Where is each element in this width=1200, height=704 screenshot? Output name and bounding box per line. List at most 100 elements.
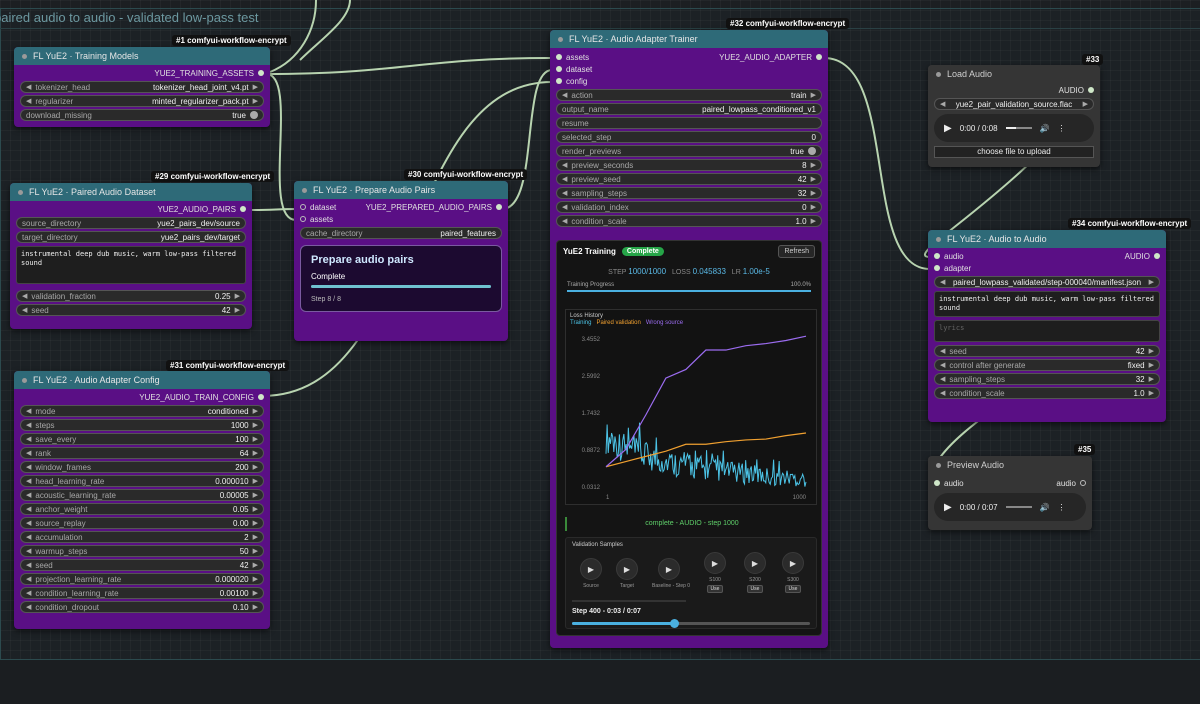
- arrow-right-icon[interactable]: ▶: [253, 435, 258, 443]
- arrow-left-icon[interactable]: ◀: [22, 306, 27, 314]
- input-socket[interactable]: [556, 54, 562, 60]
- arrow-right-icon[interactable]: ▶: [253, 603, 258, 611]
- arrow-right-icon[interactable]: ▶: [253, 477, 258, 485]
- widget-tokenizer-head[interactable]: ◀ tokenizer_head tokenizer_head_joint_v4.p…: [20, 81, 264, 93]
- widget-steps[interactable]: ◀ steps 1000 ▶: [20, 419, 264, 431]
- arrow-right-icon[interactable]: ▶: [253, 491, 258, 499]
- node-header[interactable]: FL YuE2 · Audio Adapter Trainer: [550, 30, 828, 48]
- widget-warmup-steps[interactable]: ◀ warmup_steps 50 ▶: [20, 545, 264, 557]
- arrow-left-icon[interactable]: ◀: [26, 505, 31, 513]
- arrow-left-icon[interactable]: ◀: [940, 389, 945, 397]
- widget-target-directory[interactable]: target_directory yue2_pairs_dev/target: [16, 231, 246, 243]
- arrow-right-icon[interactable]: ▶: [1083, 100, 1088, 108]
- lyrics-textarea[interactable]: lyrics: [934, 320, 1160, 342]
- node-preview-audio[interactable]: Preview Audio audio audio ▶ 0:00 / 0:07 🔊 ⋮: [928, 456, 1092, 530]
- arrow-right-icon[interactable]: ▶: [253, 97, 258, 105]
- widget-audio-file[interactable]: ◀ yue2_pair_validation_source.flac ▶: [934, 98, 1094, 110]
- widget-condition-dropout[interactable]: ◀ condition_dropout 0.10 ▶: [20, 601, 264, 613]
- node-audio-adapter-config[interactable]: FL YuE2 · Audio Adapter Config YUE2_AUDI…: [14, 371, 270, 629]
- play-icon[interactable]: ▶: [580, 558, 602, 580]
- widget-projection-learning-rate[interactable]: ◀ projection_learning_rate 0.000020 ▶: [20, 573, 264, 585]
- play-icon[interactable]: ▶: [704, 552, 726, 574]
- widget-control-after-generate[interactable]: ◀ control after generate fixed ▶: [934, 359, 1160, 371]
- arrow-left-icon[interactable]: ◀: [26, 449, 31, 457]
- input-socket[interactable]: [934, 253, 940, 259]
- play-icon[interactable]: ▶: [744, 552, 766, 574]
- arrow-right-icon[interactable]: ▶: [1149, 347, 1154, 355]
- widget-condition-scale[interactable]: ◀ condition_scale 1.0 ▶: [934, 387, 1160, 399]
- use-sample-button[interactable]: Use: [706, 585, 724, 593]
- collapse-dot-icon[interactable]: [302, 187, 307, 193]
- input-socket[interactable]: [934, 265, 940, 271]
- node-load-audio[interactable]: Load Audio AUDIO ◀ yue2_pair_validation_s…: [928, 65, 1100, 167]
- node-header[interactable]: FL YuE2 · Training Models: [14, 47, 270, 65]
- arrow-left-icon[interactable]: ◀: [26, 97, 31, 105]
- widget-selected-step[interactable]: selected_step 0: [556, 131, 822, 143]
- output-socket[interactable]: [496, 204, 502, 210]
- node-audio-to-audio[interactable]: FL YuE2 · Audio to Audio audio AUDIO adap…: [928, 230, 1166, 422]
- arrow-right-icon[interactable]: ▶: [1149, 361, 1154, 369]
- widget-condition-scale[interactable]: ◀ condition_scale 1.0 ▶: [556, 215, 822, 227]
- arrow-right-icon[interactable]: ▶: [253, 547, 258, 555]
- arrow-left-icon[interactable]: ◀: [26, 421, 31, 429]
- playback-slider[interactable]: [572, 619, 810, 628]
- widget-action[interactable]: ◀ action train ▶: [556, 89, 822, 101]
- play-icon[interactable]: ▶: [944, 123, 952, 134]
- widget-preview-seed[interactable]: ◀ preview_seed 42 ▶: [556, 173, 822, 185]
- widget-validation-fraction[interactable]: ◀ validation_fraction 0.25 ▶: [16, 290, 246, 302]
- input-socket[interactable]: [934, 480, 940, 486]
- toggle-download-missing[interactable]: download_missing true: [20, 109, 264, 121]
- widget-preview-seconds[interactable]: ◀ preview_seconds 8 ▶: [556, 159, 822, 171]
- node-training-models[interactable]: FL YuE2 · Training Models YUE2_TRAINING_…: [14, 47, 270, 127]
- arrow-right-icon[interactable]: ▶: [253, 519, 258, 527]
- widget-resume[interactable]: resume: [556, 117, 822, 129]
- collapse-dot-icon[interactable]: [936, 236, 941, 242]
- arrow-right-icon[interactable]: ▶: [811, 161, 816, 169]
- output-socket[interactable]: [1080, 480, 1086, 486]
- node-prepare-audio-pairs[interactable]: FL YuE2 · Prepare Audio Pairs dataset YUE…: [294, 181, 508, 341]
- widget-condition-learning-rate[interactable]: ◀ condition_learning_rate 0.00100 ▶: [20, 587, 264, 599]
- volume-icon[interactable]: 🔊: [1040, 124, 1050, 133]
- arrow-left-icon[interactable]: ◀: [562, 189, 567, 197]
- arrow-right-icon[interactable]: ▶: [253, 505, 258, 513]
- slider-knob[interactable]: [670, 619, 680, 628]
- arrow-left-icon[interactable]: ◀: [940, 347, 945, 355]
- arrow-right-icon[interactable]: ▶: [811, 189, 816, 197]
- play-icon[interactable]: ▶: [944, 502, 952, 513]
- node-header[interactable]: FL YuE2 · Prepare Audio Pairs: [294, 181, 508, 199]
- widget-render-previews[interactable]: render_previews true: [556, 145, 822, 157]
- arrow-right-icon[interactable]: ▶: [253, 83, 258, 91]
- widget-window-frames[interactable]: ◀ window_frames 200 ▶: [20, 461, 264, 473]
- arrow-left-icon[interactable]: ◀: [26, 533, 31, 541]
- node-header[interactable]: FL YuE2 · Audio Adapter Config: [14, 371, 270, 389]
- widget-source-replay[interactable]: ◀ source_replay 0.00 ▶: [20, 517, 264, 529]
- arrow-left-icon[interactable]: ◀: [22, 292, 27, 300]
- input-socket[interactable]: [556, 66, 562, 72]
- play-icon[interactable]: ▶: [782, 552, 804, 574]
- input-socket[interactable]: [556, 78, 562, 84]
- arrow-right-icon[interactable]: ▶: [253, 407, 258, 415]
- widget-mode[interactable]: ◀ mode conditioned ▶: [20, 405, 264, 417]
- arrow-right-icon[interactable]: ▶: [253, 449, 258, 457]
- arrow-left-icon[interactable]: ◀: [26, 83, 31, 91]
- arrow-right-icon[interactable]: ▶: [253, 589, 258, 597]
- refresh-button[interactable]: Refresh: [778, 244, 815, 258]
- arrow-right-icon[interactable]: ▶: [235, 306, 240, 314]
- play-icon[interactable]: ▶: [658, 558, 680, 580]
- widget-anchor-weight[interactable]: ◀ anchor_weight 0.05 ▶: [20, 503, 264, 515]
- arrow-right-icon[interactable]: ▶: [811, 203, 816, 211]
- output-socket[interactable]: [258, 70, 264, 76]
- widget-seed[interactable]: ◀ seed 42 ▶: [934, 345, 1160, 357]
- widget-save-every[interactable]: ◀ save_every 100 ▶: [20, 433, 264, 445]
- arrow-left-icon[interactable]: ◀: [562, 217, 567, 225]
- arrow-left-icon[interactable]: ◀: [562, 203, 567, 211]
- collapse-dot-icon[interactable]: [22, 53, 27, 59]
- widget-sampling-steps[interactable]: ◀ sampling_steps 32 ▶: [934, 373, 1160, 385]
- arrow-left-icon[interactable]: ◀: [562, 175, 567, 183]
- arrow-right-icon[interactable]: ▶: [1149, 375, 1154, 383]
- arrow-left-icon[interactable]: ◀: [940, 361, 945, 369]
- arrow-right-icon[interactable]: ▶: [253, 575, 258, 583]
- collapse-dot-icon[interactable]: [936, 71, 941, 77]
- arrow-left-icon[interactable]: ◀: [940, 278, 945, 286]
- output-socket[interactable]: [1088, 87, 1094, 93]
